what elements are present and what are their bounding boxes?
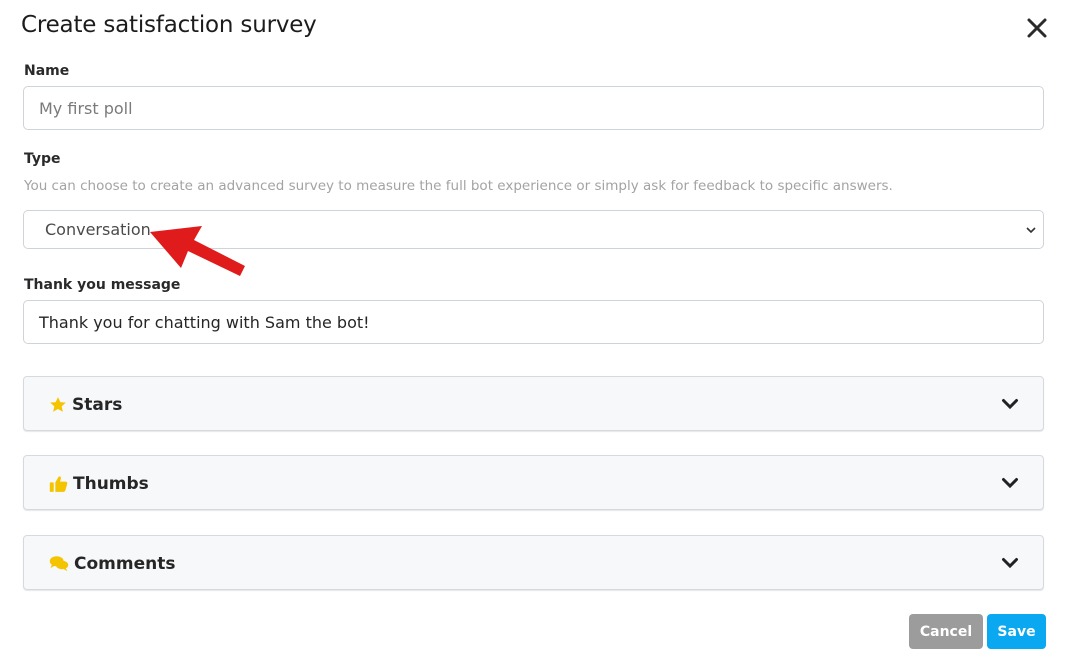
comments-icon	[49, 556, 69, 572]
close-icon[interactable]	[1024, 15, 1050, 41]
save-button[interactable]: Save	[987, 614, 1046, 649]
type-label: Type	[24, 151, 61, 167]
chevron-down-icon[interactable]	[1001, 557, 1019, 569]
annotation-arrow	[150, 226, 245, 276]
cancel-button[interactable]: Cancel	[909, 614, 983, 649]
dialog-title: Create satisfaction survey	[21, 12, 317, 38]
comments-section[interactable]: Comments	[23, 535, 1044, 590]
name-input[interactable]: My first poll	[23, 86, 1044, 130]
thumbs-up-icon	[49, 475, 68, 492]
thank-you-input[interactable]: Thank you for chatting with Sam the bot!	[23, 300, 1044, 344]
star-icon	[50, 396, 66, 412]
thumbs-section-label: Thumbs	[73, 473, 149, 494]
type-help-text: You can choose to create an advanced sur…	[24, 178, 893, 194]
comments-section-label: Comments	[74, 553, 176, 574]
thank-you-label: Thank you message	[24, 277, 181, 293]
thumbs-section[interactable]: Thumbs	[23, 455, 1044, 510]
name-placeholder: My first poll	[39, 98, 133, 118]
stars-section[interactable]: Stars	[23, 376, 1044, 431]
name-label: Name	[24, 63, 70, 79]
chevron-down-icon	[1026, 227, 1036, 234]
chevron-down-icon[interactable]	[1001, 398, 1019, 410]
stars-section-label: Stars	[72, 394, 123, 415]
chevron-down-icon[interactable]	[1001, 477, 1019, 489]
thank-you-value: Thank you for chatting with Sam the bot!	[39, 312, 370, 332]
type-selected-value: Conversation	[45, 220, 151, 239]
